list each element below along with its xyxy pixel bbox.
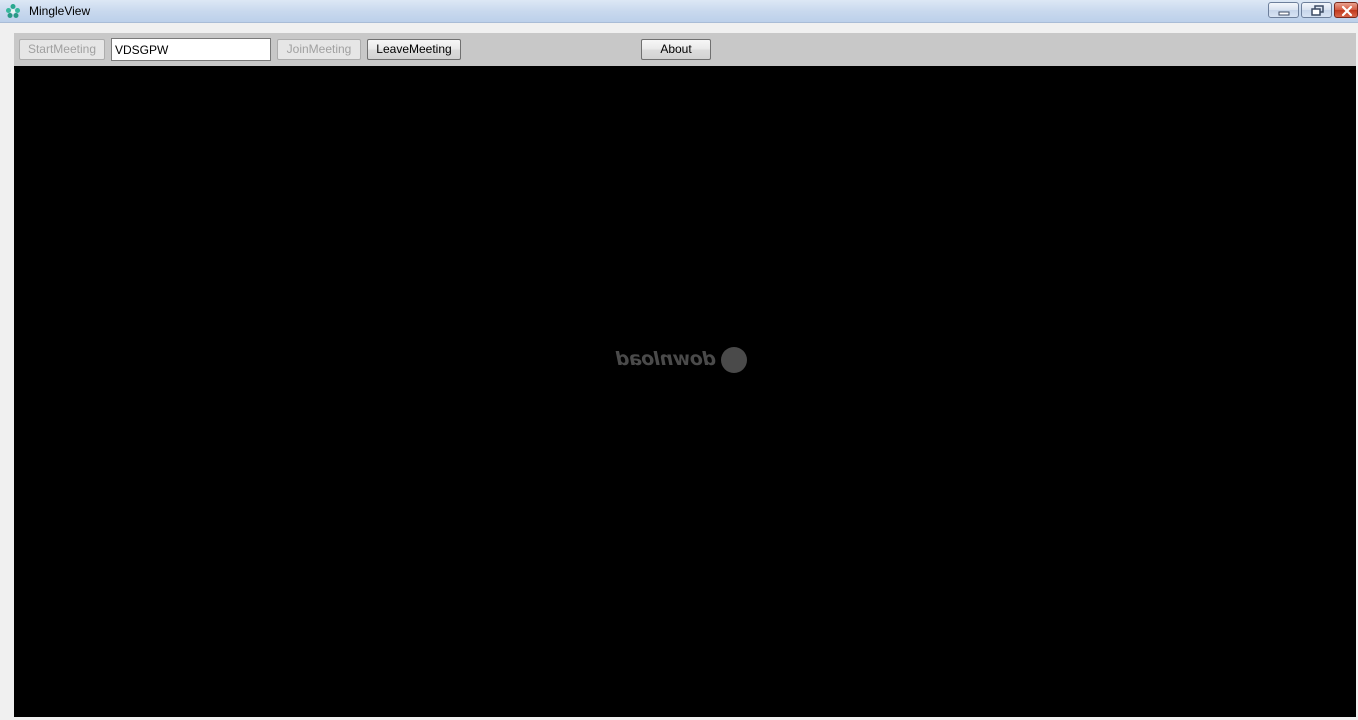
window-title: MingleView: [29, 4, 91, 18]
mingleview-app-icon: [6, 4, 20, 18]
join-meeting-button[interactable]: JoinMeeting: [277, 39, 361, 60]
start-meeting-button[interactable]: StartMeeting: [19, 39, 105, 60]
minimize-button[interactable]: [1268, 2, 1299, 18]
close-button[interactable]: [1334, 2, 1358, 18]
meeting-id-input[interactable]: [111, 38, 271, 61]
close-icon: [1341, 5, 1353, 17]
about-button[interactable]: About: [641, 39, 711, 60]
download-watermark: download: [610, 346, 750, 376]
title-bar[interactable]: MingleView: [0, 0, 1358, 23]
leave-meeting-button[interactable]: LeaveMeeting: [367, 39, 461, 60]
app-window: MingleView StartMeeting JoinMeeting Leav…: [0, 0, 1358, 720]
remote-screen-view[interactable]: download: [14, 66, 1356, 717]
watermark-text: download: [616, 348, 716, 370]
watermark-logo-icon: [721, 347, 747, 373]
restore-icon: [1311, 5, 1324, 16]
minimize-icon: [1278, 11, 1290, 16]
meeting-toolbar: StartMeeting JoinMeeting LeaveMeeting Ab…: [14, 33, 1356, 66]
restore-button[interactable]: [1301, 2, 1332, 18]
